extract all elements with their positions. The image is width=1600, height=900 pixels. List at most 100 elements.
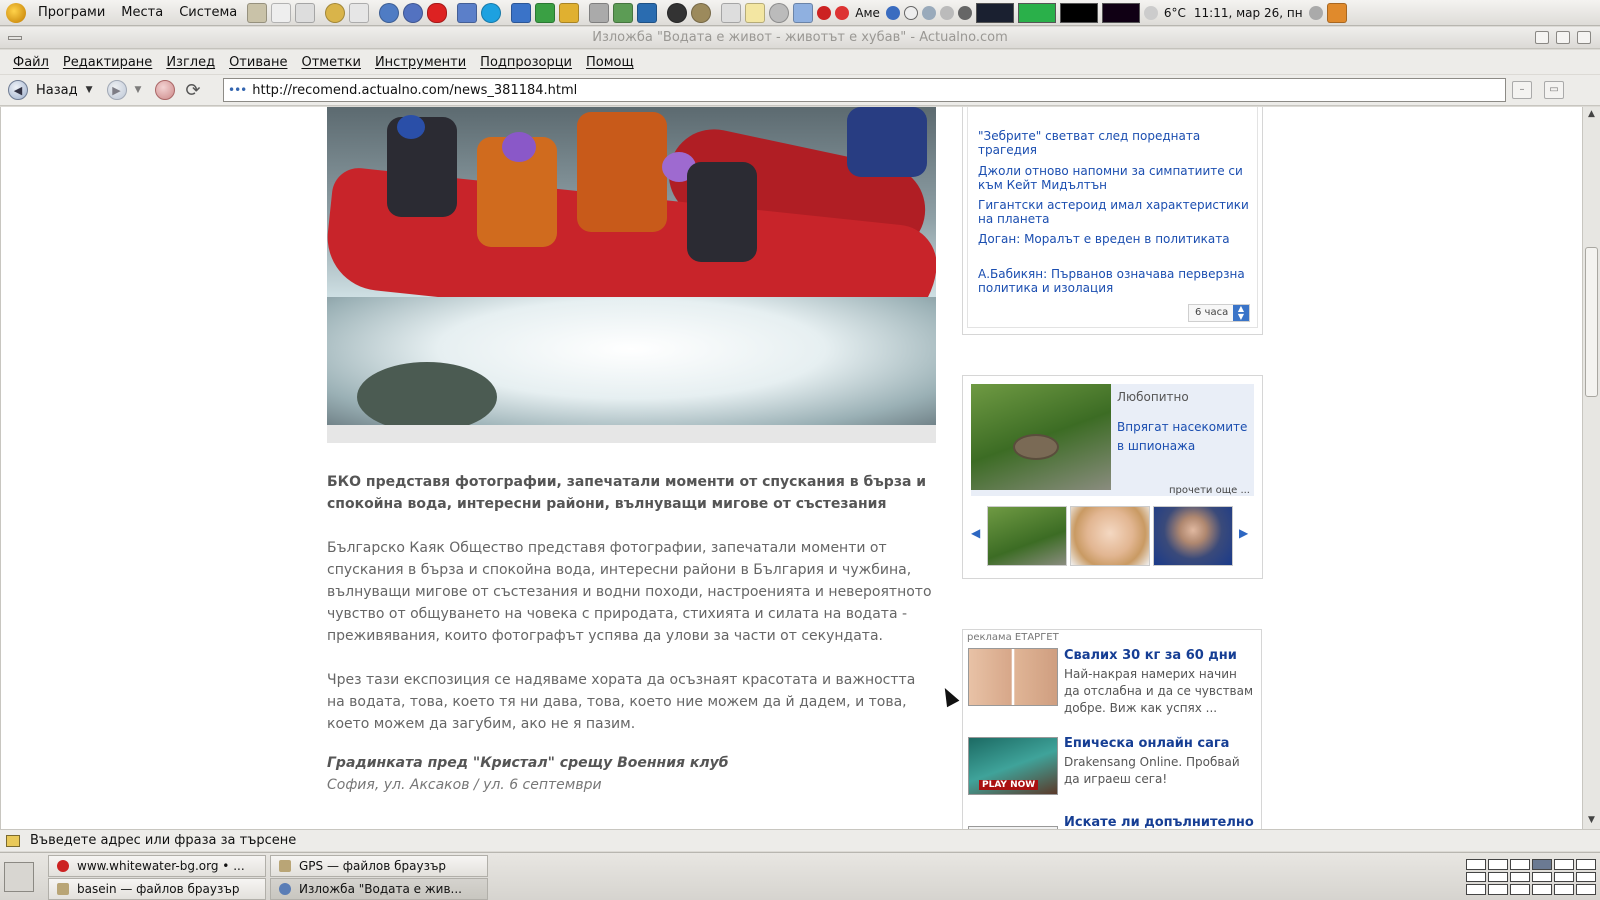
opera-tray-icon[interactable] [817,5,832,20]
network-monitor[interactable] [1059,2,1098,23]
keyboard-layout[interactable]: Аме [851,6,884,20]
menu-view[interactable]: Изглед [159,55,222,70]
ad-image[interactable] [968,648,1058,706]
menu-go[interactable]: Отиване [222,55,294,70]
printer-launcher-icon[interactable] [589,2,610,23]
email-launcher-icon[interactable] [403,2,424,23]
opera-launcher-icon[interactable] [427,2,448,23]
security-lock-icon[interactable] [6,834,20,847]
carousel-thumb[interactable] [1070,506,1150,566]
menu-tools[interactable]: Инструменти [368,55,473,70]
reload-icon[interactable]: ⟳ [185,80,200,101]
scroll-thumb[interactable] [1585,247,1598,397]
menu-help[interactable]: Помощ [579,55,641,70]
notes-tray-icon[interactable] [745,2,766,23]
workspace[interactable] [1510,884,1530,895]
ad-title[interactable]: Искате ли допълнително [1064,815,1254,829]
menu-system[interactable]: Система [171,0,245,26]
clock[interactable]: 11:11, мар 26, пн [1190,6,1307,20]
alert-tray-icon[interactable] [835,5,850,20]
menu-applications[interactable]: Програми [30,0,113,26]
calc-launcher-icon[interactable] [535,2,556,23]
workspace[interactable] [1466,859,1486,870]
curious-image[interactable] [971,384,1111,490]
window-launcher-icon[interactable] [271,2,292,23]
taskbar-button[interactable]: basein — файлов браузър [48,878,266,900]
carousel-thumb[interactable] [987,506,1067,566]
weather-temp[interactable]: 6°C [1160,6,1190,20]
clipboard-tray-icon[interactable] [921,5,936,20]
scroll-down-icon[interactable]: ▼ [1585,815,1598,827]
news-link[interactable]: Джоли отново напомни за симпатиите си къ… [978,164,1253,192]
app-launcher-icon[interactable] [325,2,346,23]
draw-launcher-icon[interactable] [349,2,370,23]
carousel-prev-icon[interactable]: ◀ [971,526,980,540]
workspace[interactable] [1576,871,1596,883]
workspace[interactable] [1576,884,1596,895]
show-desktop-icon[interactable] [4,862,34,892]
gnome-foot-icon[interactable] [6,2,26,23]
new-tab-icon[interactable]: ▭ [1544,81,1564,99]
page-info-icon[interactable]: ••• [228,83,247,97]
ad-title[interactable]: Свалих 30 кг за 60 дни [1064,648,1237,663]
ad-text[interactable]: Най-накрая намерих начин да отслабна и д… [1064,666,1256,717]
workspace[interactable] [1576,859,1596,870]
back-button[interactable]: ◀ Назад ▼ [8,80,93,100]
memory-monitor[interactable] [1017,2,1056,23]
bookmark-page-icon[interactable]: – [1512,81,1532,99]
news-link[interactable]: Доган: Моралът е вреден в политиката [978,232,1253,246]
terminal-launcher-icon[interactable] [247,2,268,23]
workspace[interactable] [1532,871,1552,883]
misc-tray-icon[interactable] [957,5,972,20]
carousel-thumb[interactable] [1153,506,1233,566]
clock-tray-icon[interactable] [769,2,790,23]
workspace-switcher[interactable] [1466,859,1596,895]
period-select[interactable]: 6 часа ▲ ▼ [1188,304,1250,322]
taskbar-button[interactable]: www.whitewater-bg.org • ... [48,855,266,877]
menu-edit[interactable]: Редактиране [56,55,159,70]
workspace[interactable] [1554,884,1574,895]
menu-file[interactable]: Файл [6,55,56,70]
menu-windows[interactable]: Подпрозорци [473,55,579,70]
disk-monitor[interactable] [1101,2,1140,23]
menu-places[interactable]: Места [113,0,171,26]
window-menu-icon[interactable] [8,36,22,40]
monitor-tray-icon[interactable] [721,2,742,23]
workspace[interactable] [1488,871,1508,883]
back-history-dropdown-icon[interactable]: ▼ [86,85,93,95]
volume-icon[interactable] [1308,5,1323,20]
read-more-link[interactable]: прочети още ... [1169,485,1250,496]
close-window-icon[interactable] [1577,31,1591,44]
taskbar-button-active[interactable]: Изложба "Водата е жив... [270,878,488,900]
network-launcher-icon[interactable] [457,2,478,23]
workspace[interactable] [1488,859,1508,870]
user-switcher-icon[interactable] [1326,2,1347,23]
menu-bookmarks[interactable]: Отметки [294,55,367,70]
vertical-scrollbar[interactable]: ▲ ▼ [1582,107,1600,829]
workspace[interactable] [1510,871,1530,883]
bluetooth-icon[interactable] [885,5,900,20]
maximize-window-icon[interactable] [1556,31,1570,44]
minimize-window-icon[interactable] [1535,31,1549,44]
forward-arrow-icon[interactable]: ▶ [106,80,127,100]
workspace-current[interactable] [1532,859,1552,870]
workspace[interactable] [1554,871,1574,883]
url-text[interactable]: http://recomend.actualno.com/news_381184… [252,83,577,98]
workspace[interactable] [1466,871,1486,883]
browser-launcher-icon[interactable] [379,2,400,23]
cpu-monitor[interactable] [975,2,1014,23]
workspace[interactable] [1532,884,1552,895]
workspace[interactable] [1488,884,1508,895]
address-bar[interactable]: ••• http://recomend.actualno.com/news_38… [223,78,1506,102]
news-link[interactable]: А.Бабикян: Първанов означава перверзна п… [978,267,1253,295]
screenshot-launcher-icon[interactable] [295,2,316,23]
power-tray-icon[interactable] [939,5,954,20]
chart-launcher-icon[interactable] [637,2,658,23]
workspace[interactable] [1510,859,1530,870]
news-link[interactable]: "Зебрите" светват след поредната трагеди… [978,129,1253,157]
carousel-next-icon[interactable]: ▶ [1239,526,1248,540]
map-launcher-icon[interactable] [613,2,634,23]
workspace[interactable] [1554,859,1574,870]
curious-link[interactable]: Впрягат насекомите в шпионажа [1117,418,1252,456]
display-tray-icon[interactable] [793,2,814,23]
